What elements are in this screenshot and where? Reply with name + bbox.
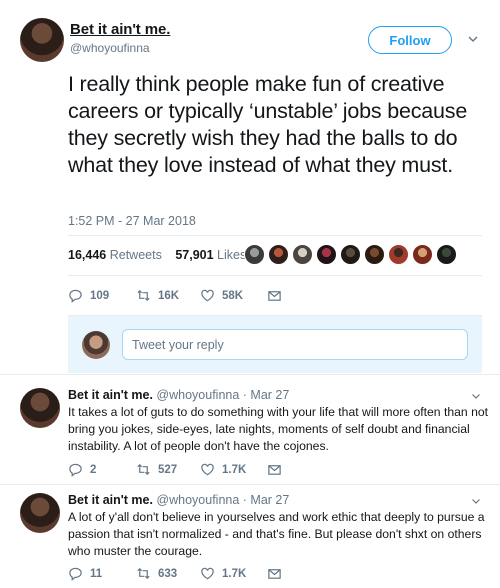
message-icon (268, 569, 281, 579)
direct-message-button[interactable] (267, 462, 282, 477)
reply-button[interactable]: 2 (68, 462, 136, 477)
tweet-actions: 109 16K 58K (68, 288, 282, 303)
like-icon (201, 289, 214, 302)
chevron-down-icon[interactable] (470, 390, 482, 402)
retweet-button[interactable]: 16K (136, 288, 200, 303)
liker-avatar[interactable] (340, 244, 361, 265)
author-display-name[interactable]: Bet it ain't me. (70, 21, 170, 38)
chevron-down-icon[interactable] (466, 32, 480, 46)
like-icon (201, 463, 214, 476)
reply-date[interactable]: · Mar 27 (243, 388, 290, 402)
reply-icon (69, 289, 82, 303)
chevron-down-icon[interactable] (470, 495, 482, 507)
divider (0, 484, 500, 485)
likes-label[interactable]: Likes (217, 248, 246, 262)
reply-text: A lot of y'all don't believe in yourselv… (68, 510, 485, 558)
retweet-button[interactable]: 527 (136, 462, 200, 477)
reply-actions: 2 527 1.7K (68, 462, 282, 477)
reply-icon (69, 463, 82, 477)
like-count: 1.7K (222, 463, 247, 476)
reply-header: Bet it ain't me. @whoyoufinna · Mar 27 (68, 388, 289, 402)
reply-author-avatar[interactable] (20, 493, 60, 533)
like-count: 58K (222, 289, 244, 302)
message-icon (268, 291, 281, 301)
reply-count: 11 (90, 567, 103, 580)
likers-avatars[interactable] (244, 244, 457, 265)
tweet-text: I really think people make fun of creati… (68, 72, 468, 177)
reply-count: 2 (90, 463, 97, 476)
like-icon (201, 567, 214, 580)
current-user-avatar (82, 331, 110, 359)
divider (0, 374, 500, 375)
stats-divider-bottom (68, 275, 482, 276)
reply-count: 109 (90, 289, 110, 302)
like-button[interactable]: 1.7K (200, 566, 267, 581)
reply-header: Bet it ain't me. @whoyoufinna · Mar 27 (68, 493, 289, 507)
liker-avatar[interactable] (292, 244, 313, 265)
retweet-count: 633 (158, 567, 178, 580)
liker-avatar[interactable] (412, 244, 433, 265)
reply-author-handle[interactable]: @whoyoufinna (156, 388, 239, 402)
retweet-button[interactable]: 633 (136, 566, 200, 581)
reply-button[interactable]: 11 (68, 566, 136, 581)
direct-message-button[interactable] (267, 566, 282, 581)
liker-avatar[interactable] (388, 244, 409, 265)
reply-button[interactable]: 109 (68, 288, 136, 303)
liker-avatar[interactable] (316, 244, 337, 265)
like-button[interactable]: 58K (200, 288, 267, 303)
liker-avatar[interactable] (244, 244, 265, 265)
reply-author-name[interactable]: Bet it ain't me. (68, 493, 153, 507)
like-button[interactable]: 1.7K (200, 462, 267, 477)
reply-author-avatar[interactable] (20, 388, 60, 428)
stats-divider-top (68, 235, 482, 236)
retweets-count[interactable]: 16,446 (68, 248, 106, 262)
tweet-timestamp[interactable]: 1:52 PM - 27 Mar 2018 (68, 214, 196, 228)
liker-avatar[interactable] (268, 244, 289, 265)
retweet-count: 16K (158, 289, 180, 302)
direct-message-button[interactable] (267, 288, 282, 303)
tweet-stats: 16,446 Retweets 57,901 Likes (68, 248, 256, 262)
reply-actions: 11 633 1.7K (68, 566, 282, 581)
reply-author-handle[interactable]: @whoyoufinna (156, 493, 239, 507)
liker-avatar[interactable] (436, 244, 457, 265)
liker-avatar[interactable] (364, 244, 385, 265)
retweets-label[interactable]: Retweets (110, 248, 162, 262)
retweet-icon (137, 289, 150, 302)
reply-input[interactable]: Tweet your reply (122, 329, 468, 360)
retweet-icon (137, 567, 150, 580)
reply-text: It takes a lot of guts to do something w… (68, 405, 489, 453)
reply-icon (69, 567, 82, 581)
follow-button[interactable]: Follow (368, 26, 452, 54)
message-icon (268, 465, 281, 475)
retweet-icon (137, 463, 150, 476)
likes-count[interactable]: 57,901 (175, 248, 213, 262)
like-count: 1.7K (222, 567, 247, 580)
reply-author-name[interactable]: Bet it ain't me. (68, 388, 153, 402)
author-handle[interactable]: @whoyoufinna (70, 41, 150, 55)
retweet-count: 527 (158, 463, 178, 476)
reply-date[interactable]: · Mar 27 (243, 493, 290, 507)
author-avatar[interactable] (20, 18, 64, 62)
